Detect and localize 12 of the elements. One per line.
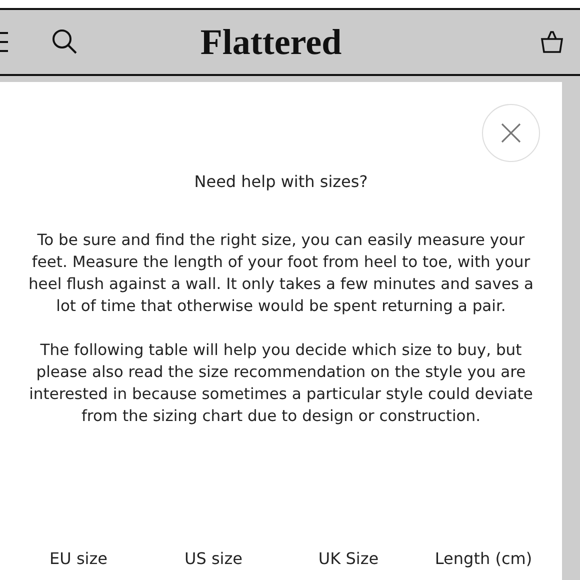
search-icon[interactable] <box>52 29 78 55</box>
help-paragraph: To be sure and find the right size, you can easily measure your feet. Measure the length of your foot from heel to toe, with your heel flush against a wall. It only takes a few minutes and saves a lot of time that otherwise would be spent returning a pair. <box>27 230 535 317</box>
column-header: Length (cm) <box>434 549 532 568</box>
column-header: US size <box>184 549 242 568</box>
menu-icon[interactable] <box>0 30 10 54</box>
brand-logo: Flattered <box>200 21 342 63</box>
close-icon <box>500 122 522 144</box>
column-header: UK Size <box>318 549 379 568</box>
help-paragraph: The following table will help you decide which size to buy, but please also read the size recommendation on the style you are interested in because sometimes a particular style could deviate from the sizing chart due to design or construction. <box>28 340 534 427</box>
column-header: EU size <box>50 549 108 568</box>
modal-title: Need help with sizes? <box>194 172 368 191</box>
basket-icon[interactable] <box>540 30 564 54</box>
